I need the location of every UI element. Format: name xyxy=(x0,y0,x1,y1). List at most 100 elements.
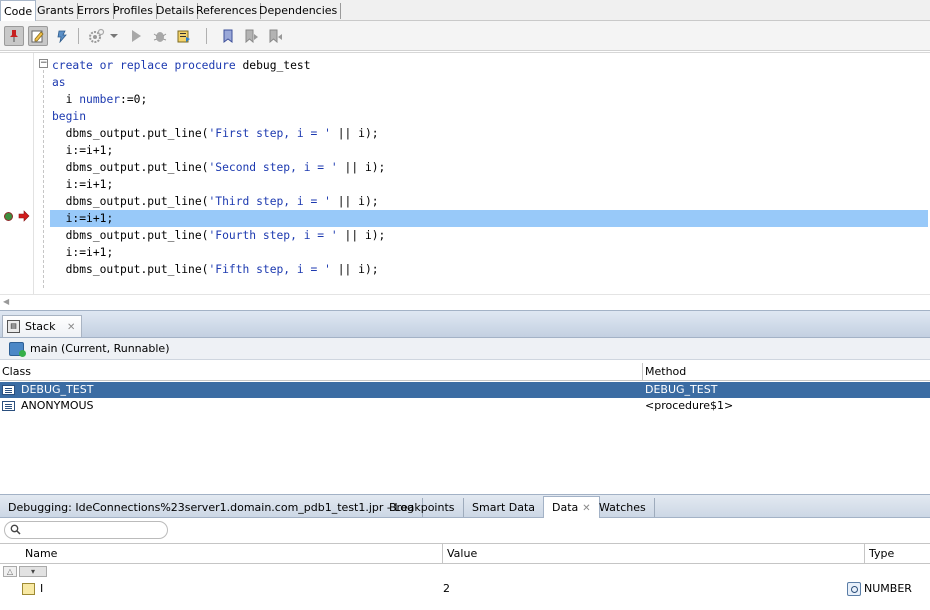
table-row[interactable]: DEBUG_TEST DEBUG_TEST xyxy=(0,382,930,398)
table-row[interactable]: ANONYMOUS <procedure$1> xyxy=(0,398,930,414)
tab-code-label: Code xyxy=(4,5,33,18)
editor-toolbar xyxy=(0,21,930,51)
variable-icon xyxy=(22,583,35,595)
stack-panel-tabbar: ▤ Stack ✕ xyxy=(0,310,930,338)
code-line[interactable]: i number:=0; xyxy=(52,91,930,108)
tab-dependencies[interactable]: Dependencies xyxy=(256,3,342,19)
stack-class-cell: ANONYMOUS xyxy=(21,399,94,412)
tab-details[interactable]: Details xyxy=(153,3,199,19)
debug-bug-icon[interactable] xyxy=(150,26,170,46)
bookmark-next-icon[interactable] xyxy=(242,26,262,46)
data-search-row xyxy=(0,518,930,542)
settings-gear-icon[interactable] xyxy=(86,26,106,46)
compile-debug-icon[interactable] xyxy=(52,26,72,46)
search-icon xyxy=(10,524,21,538)
tab-references[interactable]: References xyxy=(193,3,262,19)
code-line[interactable]: dbms_output.put_line('Fourth step, i = '… xyxy=(52,227,930,244)
tab-profiles[interactable]: Profiles xyxy=(110,3,157,19)
data-search-box[interactable] xyxy=(4,521,168,539)
tab-smart-data[interactable]: Smart Data xyxy=(464,498,545,517)
code-line[interactable]: as xyxy=(52,74,930,91)
code-line[interactable]: i:=i+1; xyxy=(50,210,928,227)
execution-point-icon xyxy=(18,210,30,222)
stack-table: Class Method DEBUG_TEST DEBUG_TEST ANONY… xyxy=(0,363,930,491)
editor-horizontal-scrollbar[interactable]: ◀ xyxy=(0,294,930,308)
dropdown-icon[interactable] xyxy=(108,26,120,46)
code-line[interactable]: dbms_output.put_line('Fifth step, i = ' … xyxy=(52,261,930,278)
thread-label: main (Current, Runnable) xyxy=(30,342,170,355)
breakpoint-icon[interactable] xyxy=(4,212,13,221)
tab-references-label: References xyxy=(196,4,258,17)
stack-method-cell: DEBUG_TEST xyxy=(645,383,718,396)
tab-errors[interactable]: Errors xyxy=(74,3,114,19)
code-line[interactable]: create or replace procedure debug_test xyxy=(52,57,930,74)
toolbar-separator xyxy=(78,28,79,44)
pin-icon[interactable] xyxy=(4,26,24,46)
tab-profiles-label: Profiles xyxy=(113,4,153,17)
stack-method-cell: <procedure$1> xyxy=(645,399,734,412)
stack-frame-icon xyxy=(2,385,15,395)
compile-icon[interactable] xyxy=(174,26,194,46)
editor-gutter[interactable] xyxy=(0,53,34,295)
edit-icon[interactable] xyxy=(28,26,48,46)
tab-grants[interactable]: Grants xyxy=(34,3,78,19)
sort-controls: △ ▾ xyxy=(0,565,60,579)
code-line[interactable]: i:=i+1; xyxy=(52,244,930,261)
tab-stack[interactable]: ▤ Stack ✕ xyxy=(2,315,83,337)
thread-selector[interactable]: main (Current, Runnable) xyxy=(0,338,930,360)
code-line[interactable]: dbms_output.put_line('Third step, i = ' … xyxy=(52,193,930,210)
thread-icon xyxy=(9,342,26,357)
column-header-type[interactable]: Type xyxy=(869,544,894,564)
tab-errors-label: Errors xyxy=(77,4,110,17)
tab-code[interactable]: Code xyxy=(0,0,37,21)
column-header-method[interactable]: Method xyxy=(645,363,686,381)
tab-debugging-log-label: Debugging: IdeConnections%23server1.doma… xyxy=(8,501,415,514)
tab-breakpoints-label: Breakpoints xyxy=(389,501,455,514)
sort-up-icon[interactable]: △ xyxy=(3,566,17,577)
tab-details-label: Details xyxy=(156,4,195,17)
code-line[interactable]: dbms_output.put_line('First step, i = ' … xyxy=(52,125,930,142)
bookmark-icon[interactable] xyxy=(218,26,238,46)
data-type-cell: NUMBER xyxy=(864,582,912,595)
toolbar-separator xyxy=(206,28,207,44)
code-editor[interactable]: − create or replace procedure debug_test… xyxy=(0,52,930,295)
stack-window-icon: ▤ xyxy=(7,320,20,333)
fold-toggle-icon[interactable]: − xyxy=(39,59,48,68)
column-divider[interactable] xyxy=(442,544,443,564)
data-value-cell[interactable]: 2 xyxy=(443,581,450,597)
table-row[interactable]: I 2 NUMBER xyxy=(0,581,930,597)
tab-watches[interactable]: Watches xyxy=(591,498,655,517)
bottom-panel-tabbar: Debugging: IdeConnections%23server1.doma… xyxy=(0,494,930,518)
tab-data-label: Data xyxy=(552,501,579,514)
fold-guide xyxy=(43,70,44,288)
inspect-type-icon[interactable] xyxy=(847,582,861,596)
sort-down-icon[interactable]: ▾ xyxy=(19,566,47,577)
column-header-class[interactable]: Class xyxy=(2,363,31,381)
bookmark-prev-icon[interactable] xyxy=(266,26,286,46)
code-line[interactable]: i:=i+1; xyxy=(52,142,930,159)
tab-breakpoints[interactable]: Breakpoints xyxy=(381,498,464,517)
close-icon[interactable]: ✕ xyxy=(582,503,590,514)
column-header-name[interactable]: Name xyxy=(25,544,57,564)
code-line[interactable]: begin xyxy=(52,108,930,125)
run-icon[interactable] xyxy=(126,26,146,46)
tab-debugging-log[interactable]: Debugging: IdeConnections%23server1.doma… xyxy=(0,498,424,517)
column-divider[interactable] xyxy=(864,544,865,564)
data-table-header: Name Value Type xyxy=(0,544,930,564)
tab-dependencies-label: Dependencies xyxy=(259,4,338,17)
data-name-cell: I xyxy=(40,582,44,595)
code-line[interactable]: dbms_output.put_line('Second step, i = '… xyxy=(52,159,930,176)
stack-class-cell: DEBUG_TEST xyxy=(21,383,94,396)
column-divider[interactable] xyxy=(642,363,643,381)
close-icon[interactable]: ✕ xyxy=(67,322,75,333)
scroll-left-icon[interactable]: ◀ xyxy=(3,297,9,306)
code-line[interactable]: i:=i+1; xyxy=(52,176,930,193)
code-lines[interactable]: create or replace procedure debug_test as… xyxy=(50,57,930,278)
search-input[interactable] xyxy=(25,523,163,537)
tab-smart-data-label: Smart Data xyxy=(472,501,536,514)
editor-tab-strip: Code Grants Errors Profiles Details Refe… xyxy=(0,0,930,21)
stack-table-header: Class Method xyxy=(0,363,930,381)
column-header-value[interactable]: Value xyxy=(447,544,477,564)
stack-frame-icon xyxy=(2,401,15,411)
tab-grants-label: Grants xyxy=(37,4,74,17)
